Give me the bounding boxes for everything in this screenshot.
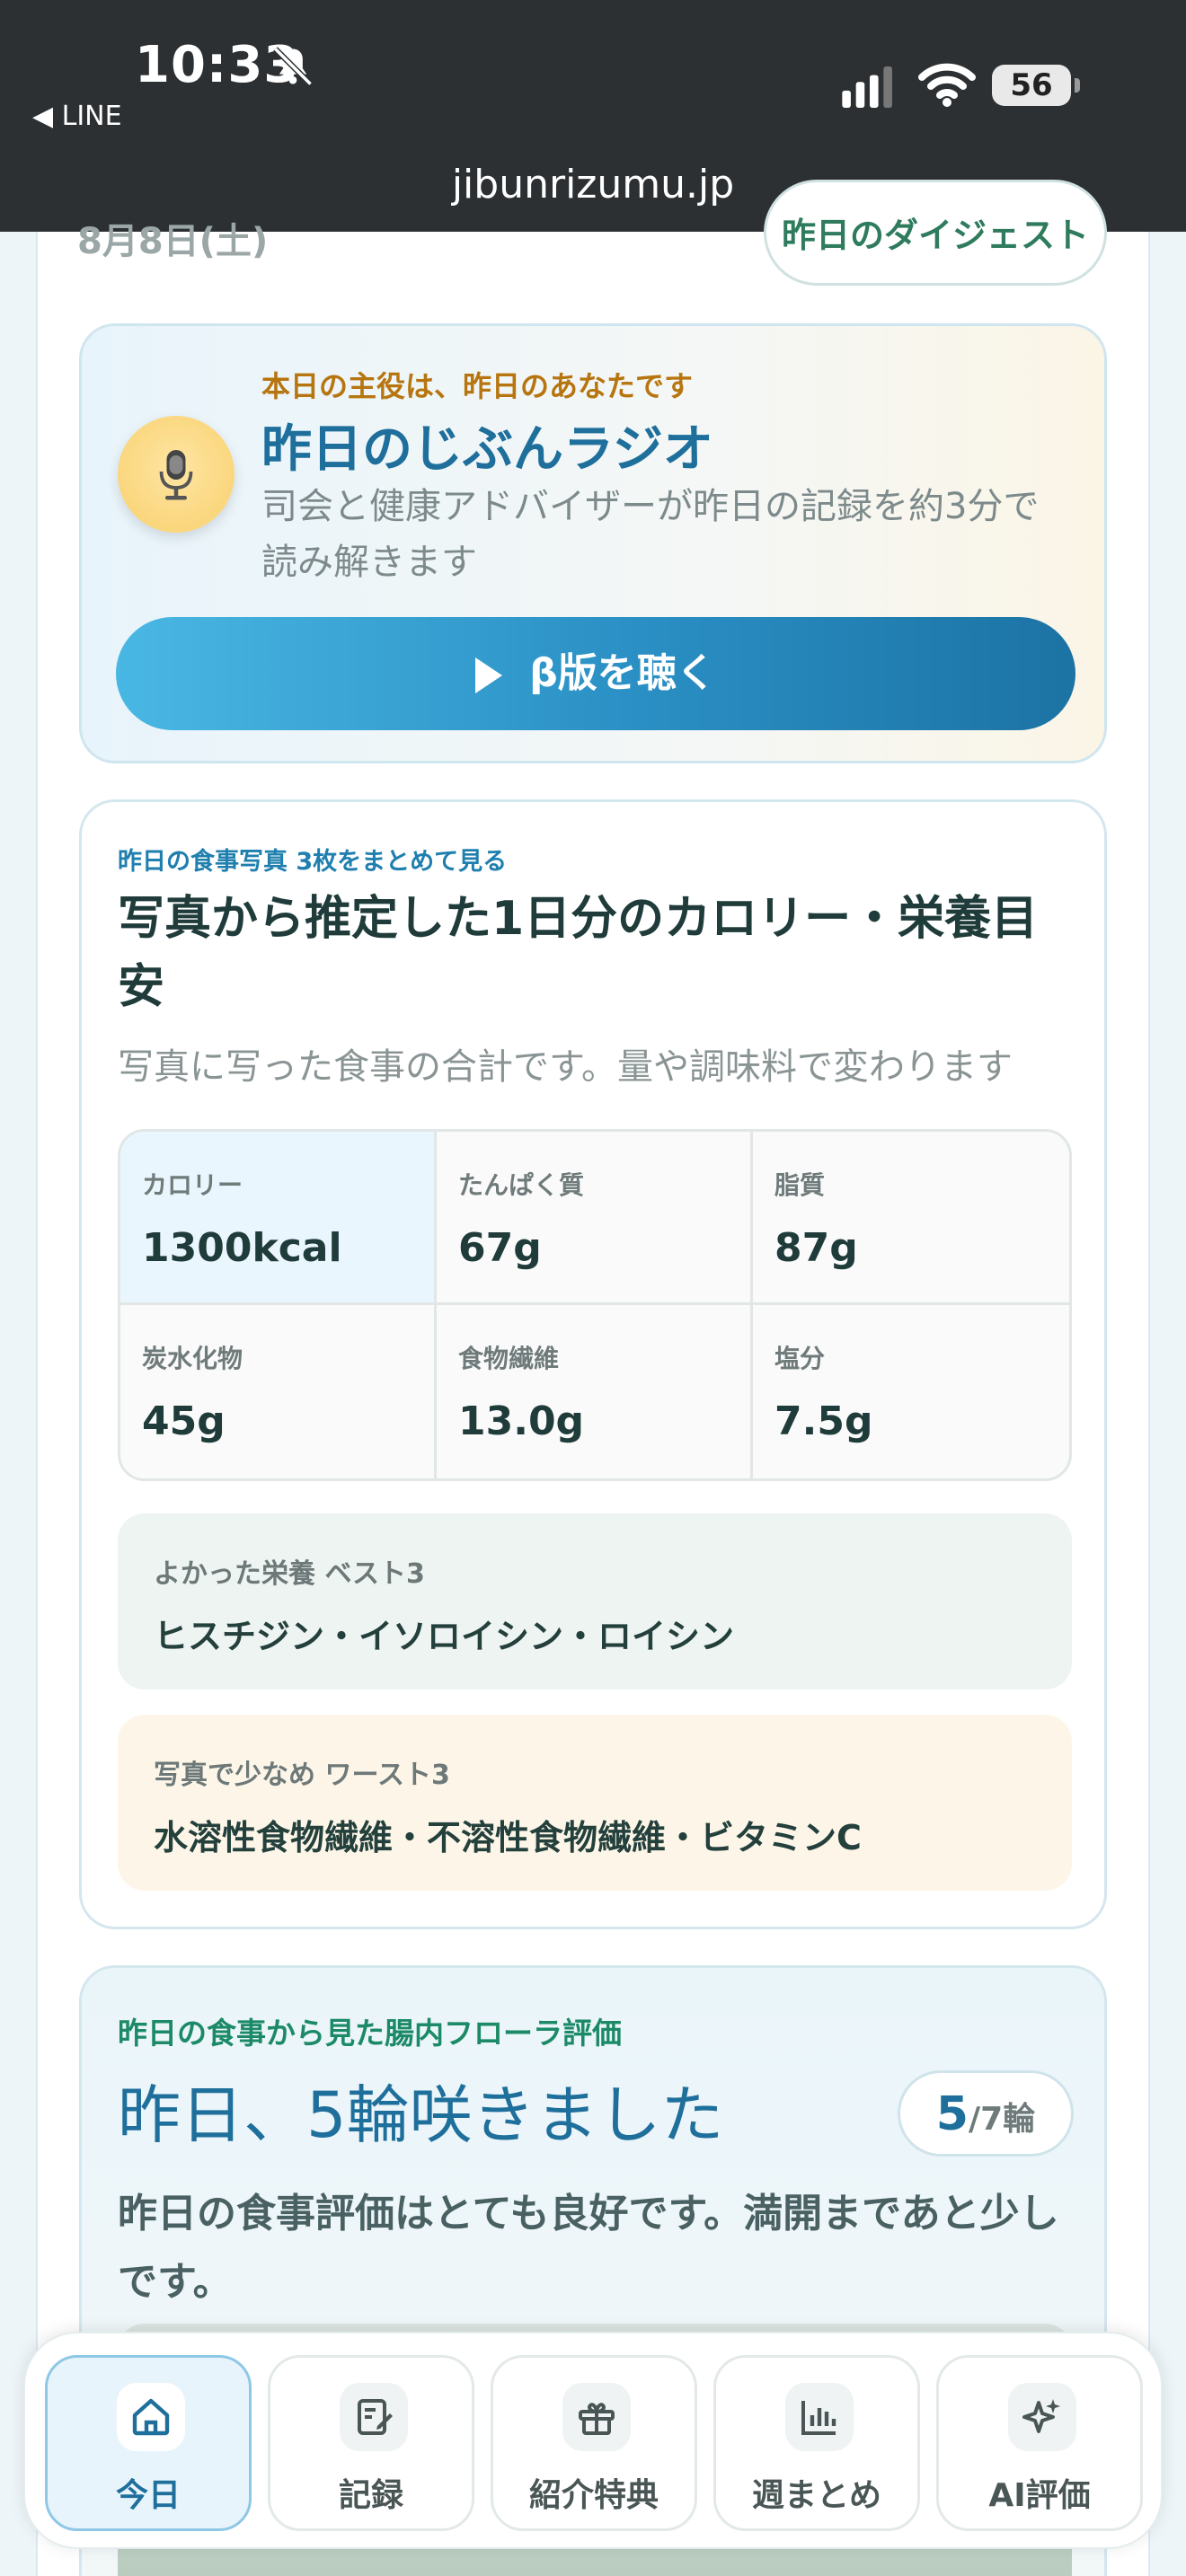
nutrient-cell-salt: 塩分 7.5g xyxy=(753,1305,1069,1478)
edit-note-icon xyxy=(340,2383,408,2451)
worst-nutrients-value: 水溶性食物繊維・不溶性食物繊維・ビタミンC xyxy=(154,1818,862,1857)
bar-chart-icon xyxy=(785,2383,854,2451)
battery-indicator: 56 xyxy=(992,65,1080,106)
radio-description: 司会と健康アドバイザーが昨日の記録を約3分で読み解きます xyxy=(261,486,1040,583)
nutrient-cell-calorie: カロリー 1300kcal xyxy=(120,1132,437,1305)
best-nutrients-box: よかった栄養 ベスト3 ヒスチジン・イソロイシン・ロイシン xyxy=(118,1513,1072,1689)
worst-nutrients-label: 写真で少なめ ワースト3 xyxy=(154,1760,450,1791)
nutrition-subtitle: 写真に写った食事の合計です。量や調味料で変わります xyxy=(118,1046,1013,1088)
bell-muted-icon xyxy=(273,47,313,86)
tab-label: 今日 xyxy=(115,2477,181,2514)
nutrient-label: カロリー xyxy=(142,1170,243,1200)
microphone-icon xyxy=(118,416,235,533)
home-icon xyxy=(117,2383,185,2451)
nutrient-value: 13.0g xyxy=(458,1398,585,1444)
nutrient-cell-carbs: 炭水化物 45g xyxy=(120,1305,437,1478)
nutrient-value: 7.5g xyxy=(774,1398,873,1444)
listen-beta-button[interactable]: β版を聴く xyxy=(116,617,1075,730)
nutrient-label: 脂質 xyxy=(774,1170,826,1200)
nutrient-label: たんぱく質 xyxy=(458,1170,585,1200)
tab-label: 記録 xyxy=(338,2477,403,2514)
bloom-count: 5 xyxy=(935,2087,969,2141)
tab-today[interactable]: 今日 xyxy=(45,2355,252,2531)
worst-nutrients-box: 写真で少なめ ワースト3 水溶性食物繊維・不溶性食物繊維・ビタミンC xyxy=(118,1715,1072,1891)
tab-label: 週まとめ xyxy=(751,2477,881,2514)
best-nutrients-label: よかった栄養 ベスト3 xyxy=(154,1558,425,1590)
page-date: 8月8日(土) xyxy=(77,221,269,262)
wifi-icon xyxy=(918,63,976,107)
digest-button[interactable]: 昨日のダイジェスト xyxy=(764,180,1107,286)
radio-card: 本日の主役は、昨日のあなたです 昨日のじぶんラジオ 司会と健康アドバイザーが昨日… xyxy=(79,323,1107,763)
best-nutrients-value: ヒスチジン・イソロイシン・ロイシン xyxy=(154,1617,735,1656)
nutrient-cell-fiber: 食物繊維 13.0g xyxy=(437,1305,753,1478)
gift-icon xyxy=(562,2383,631,2451)
tab-label: AI評価 xyxy=(988,2477,1091,2514)
flora-title: 昨日、5輪咲きました xyxy=(118,2078,724,2152)
nutrition-title: 写真から推定した1日分のカロリー・栄養目安 xyxy=(118,892,1039,1014)
nutrient-value: 67g xyxy=(458,1225,542,1271)
flora-bloom-badge: 5/7輪 xyxy=(898,2070,1074,2157)
nutrient-value: 1300kcal xyxy=(142,1225,342,1271)
nutrient-value: 87g xyxy=(774,1225,858,1271)
nutrition-grid: カロリー 1300kcal たんぱく質 67g 脂質 87g 炭水化物 45g … xyxy=(118,1129,1072,1481)
nutrition-card: 昨日の食事写真 3枚をまとめて見る 写真から推定した1日分のカロリー・栄養目安 … xyxy=(79,799,1107,1929)
bloom-total: /7輪 xyxy=(968,2101,1036,2138)
listen-button-label: β版を聴く xyxy=(529,650,716,696)
sparkles-icon xyxy=(1008,2383,1076,2451)
tab-referral[interactable]: 紹介特典 xyxy=(491,2355,697,2531)
tab-weekly[interactable]: 週まとめ xyxy=(713,2355,920,2531)
nutrient-label: 塩分 xyxy=(774,1344,826,1373)
nutrient-cell-fat: 脂質 87g xyxy=(753,1132,1069,1305)
nutrient-cell-protein: たんぱく質 67g xyxy=(437,1132,753,1305)
flora-eyebrow: 昨日の食事から見た腸内フローラ評価 xyxy=(118,2016,622,2051)
back-to-line-link[interactable]: ◀ LINE xyxy=(32,101,122,132)
cellular-signal-icon xyxy=(842,66,892,108)
nutrient-value: 45g xyxy=(142,1398,226,1444)
meal-photos-link[interactable]: 昨日の食事写真 3枚をまとめて見る xyxy=(118,842,507,877)
radio-eyebrow: 本日の主役は、昨日のあなたです xyxy=(261,369,694,403)
play-icon xyxy=(475,657,503,693)
flora-description: 昨日の食事評価はとても良好です。満開まであと少しです。 xyxy=(118,2191,1059,2305)
nutrient-label: 炭水化物 xyxy=(142,1344,243,1373)
nutrient-label: 食物繊維 xyxy=(458,1344,560,1373)
radio-title: 昨日のじぶんラジオ xyxy=(261,420,713,479)
tab-record[interactable]: 記録 xyxy=(268,2355,474,2531)
tab-ai-evaluation[interactable]: AI評価 xyxy=(936,2355,1143,2531)
bottom-tab-bar: 今日 記録 紹介特典 週まとめ AI評価 xyxy=(23,2332,1163,2549)
tab-label: 紹介特典 xyxy=(528,2477,659,2514)
